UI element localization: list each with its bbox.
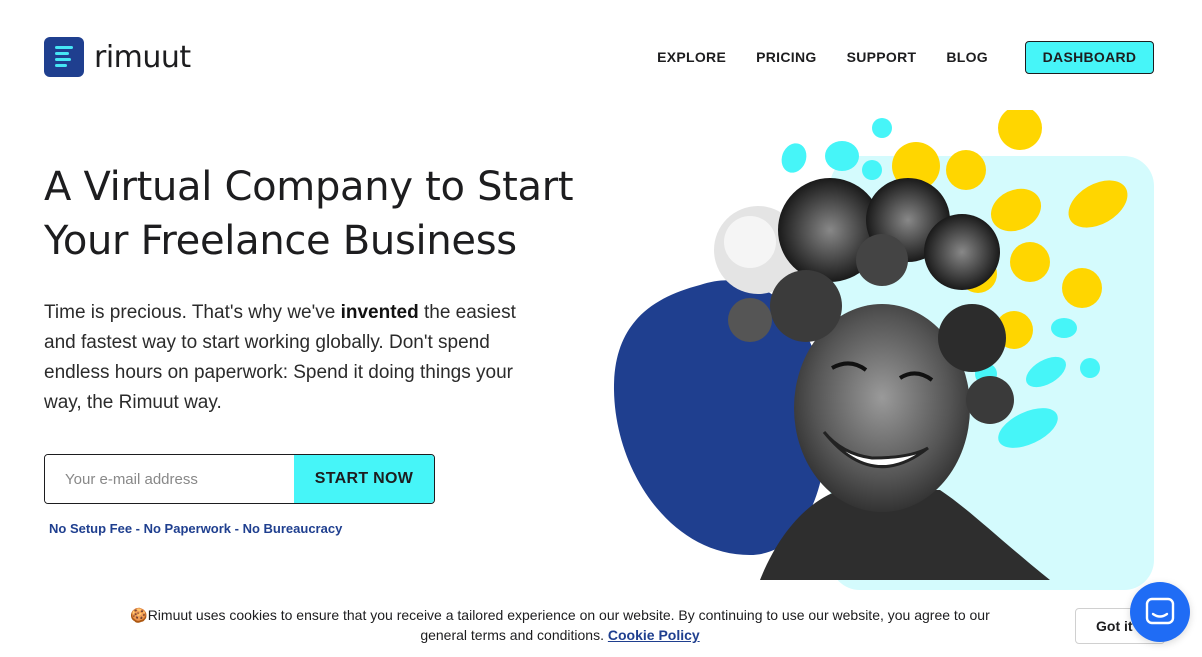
signup-form: START NOW <box>44 454 435 504</box>
nav-blog[interactable]: BLOG <box>946 49 988 65</box>
start-now-button[interactable]: START NOW <box>294 455 434 503</box>
hero-desc-part-1: Time is precious. That's why we've <box>44 302 341 323</box>
chat-bubble-icon <box>1145 597 1175 625</box>
cookie-notice: 🍪Rimuut uses cookies to ensure that you … <box>120 605 1000 645</box>
cookie-message: Rimuut uses cookies to ensure that you r… <box>147 607 990 643</box>
cookie-emoji: 🍪 <box>130 607 148 623</box>
hero-illustration <box>613 110 1154 590</box>
brand-logo[interactable]: rimuut <box>44 37 191 77</box>
dashboard-button[interactable]: DASHBOARD <box>1025 40 1154 74</box>
email-input[interactable] <box>45 455 294 503</box>
cookie-policy-link[interactable]: Cookie Policy <box>608 627 700 643</box>
tagline: No Setup Fee - No Paperwork - No Bureauc… <box>49 521 343 536</box>
main-nav: EXPLORE PRICING SUPPORT BLOG DASHBOARD <box>657 40 1154 74</box>
hero-description: Time is precious. That's why we've inven… <box>44 298 544 418</box>
hero-desc-emphasis: invented <box>340 302 419 323</box>
brand-name: rimuut <box>94 39 191 75</box>
rimuut-logo-icon <box>44 37 84 77</box>
nav-support[interactable]: SUPPORT <box>847 49 917 65</box>
nav-pricing[interactable]: PRICING <box>756 49 816 65</box>
hero-title: A Virtual Company to Start Your Freelanc… <box>44 164 574 264</box>
nav-explore[interactable]: EXPLORE <box>657 49 726 65</box>
chat-launcher-button[interactable] <box>1130 582 1190 642</box>
